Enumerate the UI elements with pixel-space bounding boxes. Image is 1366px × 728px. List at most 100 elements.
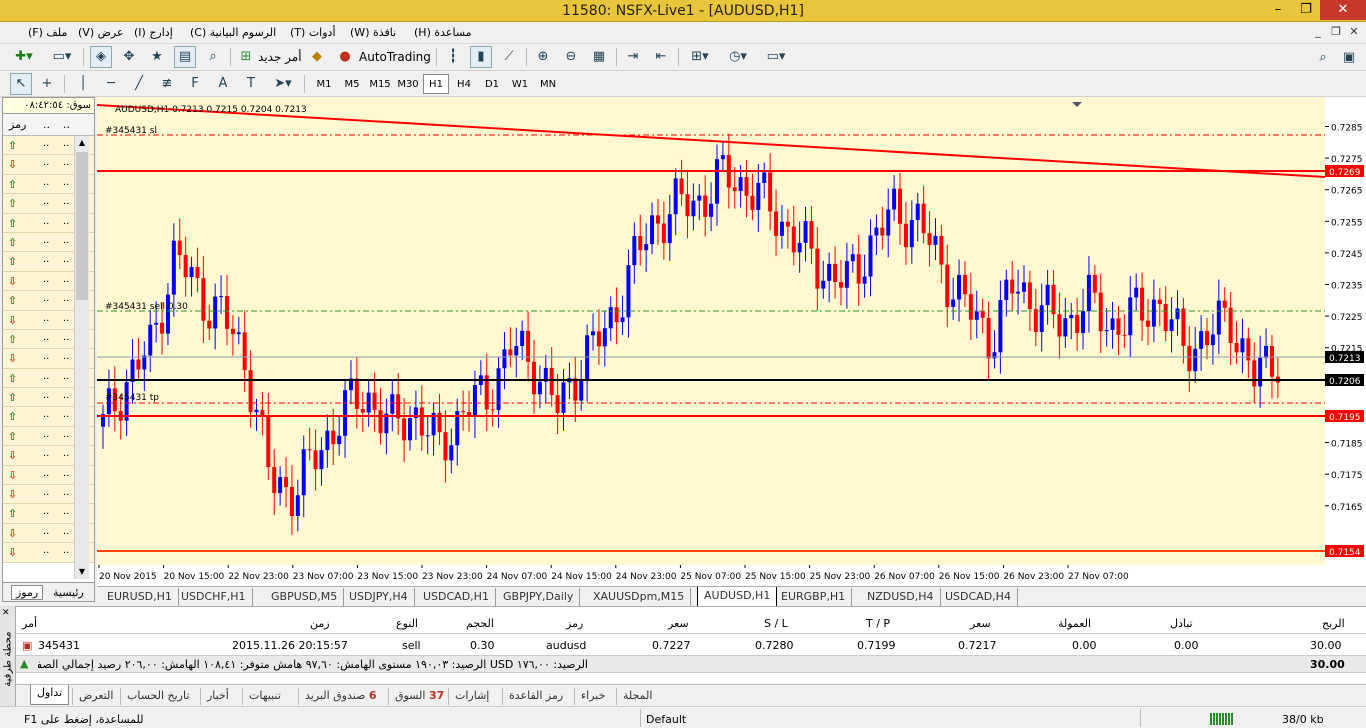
terminal-icon[interactable]: ▤ [174, 46, 196, 68]
tab-exposure[interactable]: التعرض [72, 688, 119, 705]
col-bid[interactable]: .. [43, 118, 50, 131]
chart-tab[interactable]: EURUSD,H1 [101, 588, 179, 606]
search-icon[interactable]: ⌕ [1312, 47, 1334, 69]
tab-alerts[interactable]: تنبيهات [242, 688, 287, 705]
restore-button[interactable]: ❐ [1292, 0, 1320, 20]
th-volume[interactable]: الحجم [466, 617, 494, 630]
th-price2[interactable]: سعر [970, 617, 991, 630]
tf-w1[interactable]: W1 [507, 74, 533, 94]
metaeditor-icon[interactable]: ◆ [306, 46, 328, 68]
community-icon[interactable]: ▣ [1338, 47, 1360, 69]
tab-journal[interactable]: المجلة [616, 688, 658, 705]
chart-shift-icon[interactable]: ⇤ [650, 46, 672, 68]
vertical-line-icon[interactable]: │ [72, 73, 94, 95]
new-order-icon[interactable]: ⊞ [236, 46, 256, 68]
text-icon[interactable]: A [212, 73, 234, 95]
arrows-icon[interactable]: ➤▾ [268, 73, 298, 95]
periods-icon[interactable]: ◷▾ [722, 46, 754, 68]
tab-market[interactable]: 37 السوق [388, 688, 450, 705]
zoom-in-icon[interactable]: ⊕ [532, 46, 554, 68]
chart-tab[interactable]: GBPUSD,M5 [265, 588, 345, 606]
tab-signals[interactable]: إشارات [448, 688, 495, 705]
cell-symbol[interactable]: audusd [546, 639, 586, 652]
th-price[interactable]: سعر [668, 617, 689, 630]
indicators-icon[interactable]: ⊞▾ [684, 46, 716, 68]
cell-order[interactable]: 345431 [38, 639, 80, 652]
autotrading-icon[interactable]: ● [334, 46, 356, 68]
menu-view[interactable]: عرض (V) [78, 26, 124, 39]
menu-help[interactable]: مساعدة (H) [414, 26, 472, 39]
horizontal-line-icon[interactable]: ─ [100, 73, 122, 95]
templates-icon[interactable]: ▭▾ [760, 46, 792, 68]
chart-window[interactable]: 0.7285 0.7275 0.7265 0.7255 0.7245 0.7235 0.72… [96, 97, 1366, 586]
bar-chart-icon[interactable]: ┇ [442, 46, 464, 68]
tf-h4[interactable]: H4 [451, 74, 477, 94]
cell-tp[interactable]: 0.7199 [857, 639, 896, 652]
th-commission[interactable]: العمولة [1058, 617, 1091, 630]
cursor-icon[interactable]: ↖ [10, 73, 32, 95]
market-watch-icon[interactable]: ◈ [90, 46, 112, 68]
tf-m1[interactable]: M1 [311, 74, 337, 94]
new-chart-icon[interactable]: ✚▾ [6, 46, 42, 68]
mdi-minimize-icon[interactable]: _ [1310, 24, 1326, 40]
tf-m15[interactable]: M15 [367, 74, 393, 94]
candlestick-icon[interactable]: ▮ [470, 46, 492, 68]
data-window-icon[interactable]: ✥ [118, 46, 140, 68]
tab-account-history[interactable]: تاريخ الحساب [120, 688, 195, 705]
tab-mailbox[interactable]: 6 صندوق البريد [298, 688, 383, 705]
fibonacci-icon[interactable]: F [184, 73, 206, 95]
menu-file[interactable]: ملف (F) [28, 26, 67, 39]
th-time[interactable]: زمن [310, 617, 330, 630]
mdi-close-icon[interactable]: ✕ [1346, 24, 1362, 40]
col-ask[interactable]: .. [63, 118, 70, 131]
th-tp[interactable]: T / P [866, 617, 890, 630]
chart-tab[interactable]: XAUUSDpm,M15 [587, 588, 692, 606]
col-symbol[interactable]: رمز [9, 118, 26, 131]
tab-main[interactable]: رئيسية [53, 586, 84, 599]
chart-tab[interactable]: GBPJPY,Daily [497, 588, 581, 606]
chart-tab[interactable]: USDCHF,H1 [175, 588, 253, 606]
minimize-button[interactable]: – [1264, 0, 1292, 20]
th-sl[interactable]: S / L [764, 617, 788, 630]
tf-h1[interactable]: H1 [423, 74, 449, 94]
cell-price[interactable]: 0.7227 [652, 639, 691, 652]
th-profit[interactable]: الربح [1322, 617, 1345, 630]
chart-tab[interactable]: USDCAD,H1 [417, 588, 496, 606]
th-swap[interactable]: تبادل [1170, 617, 1193, 630]
tf-m30[interactable]: M30 [395, 74, 421, 94]
auto-scroll-icon[interactable]: ⇥ [622, 46, 644, 68]
tab-trade[interactable]: تداول [30, 685, 70, 705]
cell-price2[interactable]: 0.7217 [958, 639, 997, 652]
line-chart-icon[interactable]: ⟋ [498, 46, 520, 68]
tf-mn[interactable]: MN [535, 74, 561, 94]
crosshair-icon[interactable]: + [36, 73, 58, 95]
chart-tab[interactable]: AUDUSD,H1 [697, 587, 778, 607]
cell-type[interactable]: sell [402, 639, 421, 652]
tf-m5[interactable]: M5 [339, 74, 365, 94]
scroll-up-icon[interactable]: ▲ [75, 136, 89, 150]
mdi-restore-icon[interactable]: ❐ [1328, 24, 1344, 40]
strategy-tester-icon[interactable]: ⌕ [202, 46, 224, 68]
scroll-down-icon[interactable]: ▼ [75, 565, 89, 579]
menu-tools[interactable]: أدوات (T) [290, 26, 336, 39]
trendline-icon[interactable]: ╱ [128, 73, 150, 95]
th-order[interactable]: أمر [22, 617, 37, 630]
menu-insert[interactable]: إدارج (I) [134, 26, 173, 39]
tile-windows-icon[interactable]: ▦ [588, 46, 610, 68]
tab-symbols[interactable]: رموز [11, 585, 44, 600]
new-order-button[interactable]: أمر جديد [258, 50, 302, 64]
chart-tab[interactable]: NZDUSD,H4 [861, 588, 941, 606]
tf-d1[interactable]: D1 [479, 74, 505, 94]
cell-volume[interactable]: 0.30 [470, 639, 495, 652]
chart-tab[interactable]: USDJPY,H4 [343, 588, 415, 606]
menu-charts[interactable]: الرسوم البيانية (C) [190, 26, 276, 39]
cell-profit[interactable]: 30.00 [1310, 639, 1342, 652]
navigator-icon[interactable]: ★ [146, 46, 168, 68]
tab-code-base[interactable]: رمز القاعدة [502, 688, 569, 705]
close-button[interactable]: ✕ [1320, 0, 1366, 20]
text-label-icon[interactable]: T [240, 73, 262, 95]
cell-swap[interactable]: 0.00 [1174, 639, 1199, 652]
menu-window[interactable]: نافذة (W) [350, 26, 396, 39]
profiles-icon[interactable]: ▭▾ [46, 46, 78, 68]
market-watch-scrollbar[interactable]: ▲ ▼ [74, 136, 89, 579]
